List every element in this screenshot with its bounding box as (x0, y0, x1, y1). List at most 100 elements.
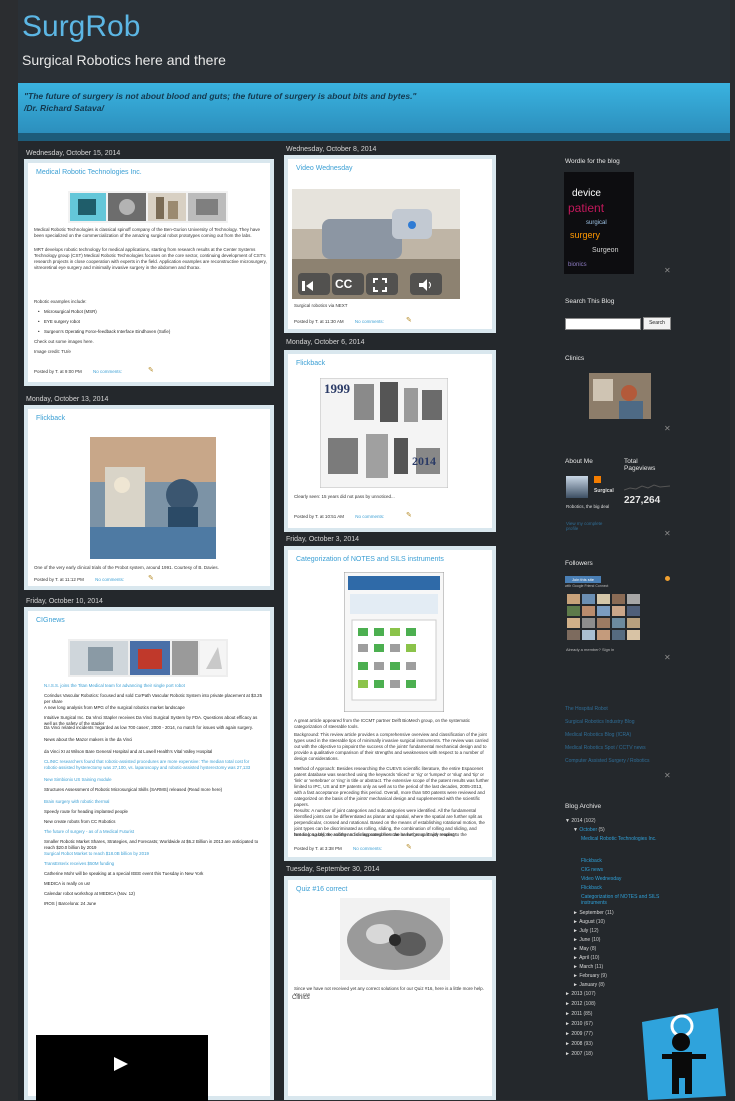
archive-label[interactable]: 2009 (571, 1031, 582, 1037)
post-title[interactable]: Flickback (296, 360, 325, 367)
avatar[interactable] (566, 476, 588, 498)
archive-row[interactable]: ► February (9) (573, 973, 675, 979)
news-list-item[interactable]: Brain surgery with robotic thermal (44, 799, 264, 809)
archive-label[interactable]: 2014 (571, 818, 582, 824)
news-list-item[interactable]: TransEnterix receives $50M funding (44, 861, 264, 871)
clinics-image[interactable] (589, 373, 651, 419)
follower-avatar[interactable] (612, 630, 625, 640)
follower-avatar[interactable] (567, 606, 580, 616)
archive-row[interactable]: ► April (10) (573, 955, 675, 961)
follower-avatar[interactable] (567, 594, 580, 604)
sidebar-link[interactable]: Medical Robotics Spot / CCTV news (565, 745, 646, 751)
follower-avatar[interactable] (597, 594, 610, 604)
skip-back-icon[interactable] (300, 279, 314, 291)
sidebar-link[interactable]: Computer Assisted Surgery / Robotics (565, 758, 649, 764)
archive-label[interactable]: July (579, 928, 588, 934)
archive-label[interactable]: March (579, 964, 593, 970)
sidebar-link[interactable]: Surgical Robotics Industry Blog (565, 719, 634, 725)
archive-label[interactable]: May (579, 946, 588, 952)
archive-post-link[interactable]: Categorization of NOTES and SILS instrum… (581, 894, 675, 906)
follower-avatar[interactable] (597, 618, 610, 628)
archive-post-link[interactable]: Video Wednesday (581, 876, 675, 882)
archive-post-link[interactable]: CIG news (581, 867, 675, 873)
archive-label[interactable]: 2013 (571, 991, 582, 997)
sidebar-link[interactable]: Medical Robotics Blog (ICRA) (565, 732, 631, 738)
post-title[interactable]: CIGnews (36, 617, 65, 624)
archive-row[interactable]: ► March (11) (573, 964, 675, 970)
sidebar-link[interactable]: The Hospital Robot (565, 706, 608, 712)
archive-label[interactable]: Categorization of NOTES and SILS instrum… (581, 894, 659, 906)
member-signin-link[interactable]: Already a member? Sign in (566, 647, 614, 652)
archive-row[interactable]: ► June (10) (573, 937, 675, 943)
archive-label[interactable]: 2011 (571, 1011, 582, 1017)
play-icon[interactable] (108, 1053, 132, 1075)
archive-row[interactable]: ► January (8) (573, 982, 675, 988)
edit-pencil-icon[interactable]: ✎ (406, 316, 412, 324)
post-title[interactable]: Categorization of NOTES and SILS instrum… (296, 556, 444, 563)
follower-avatar[interactable] (612, 606, 625, 616)
news-list-item[interactable]: Surgical Robot Market to reach $18.0B bi… (44, 851, 264, 861)
posted-by[interactable]: Posted by T. at 10:51 AM (294, 514, 344, 519)
embedded-video-player[interactable] (36, 1035, 208, 1101)
comments-link[interactable]: No comments: (93, 369, 122, 374)
fullscreen-icon[interactable] (373, 278, 387, 292)
blog-title[interactable]: SurgRob (22, 10, 140, 44)
follower-avatar[interactable] (627, 618, 640, 628)
follower-avatar[interactable] (612, 618, 625, 628)
archive-label[interactable]: August (579, 919, 595, 925)
follower-avatar[interactable] (582, 618, 595, 628)
edit-pencil-icon[interactable]: ✎ (148, 574, 154, 582)
follower-avatar[interactable] (597, 606, 610, 616)
post-title[interactable]: Quiz #16 correct (296, 886, 347, 893)
follower-avatar[interactable] (612, 594, 625, 604)
archive-post-link[interactable]: Flickback (581, 885, 675, 891)
posted-by[interactable]: Posted by T. at 3:38 PM (294, 846, 342, 851)
archive-label[interactable]: Medical Robotic Technologies Inc. (581, 836, 657, 842)
posted-by[interactable]: Posted by T. at 11:30 AM (294, 319, 344, 324)
archive-post-link[interactable]: Medical Robotic Technologies Inc. (581, 836, 675, 842)
search-button[interactable]: Search (643, 317, 671, 330)
archive-row[interactable]: ► July (12) (573, 928, 675, 934)
archive-label[interactable]: 2008 (571, 1041, 582, 1047)
archive-label[interactable]: Flickback (581, 858, 602, 864)
post-title[interactable]: Video Wednesday (296, 165, 353, 172)
follower-avatar[interactable] (627, 630, 640, 640)
follower-avatar[interactable] (597, 630, 610, 640)
comments-link[interactable]: No comments: (355, 319, 384, 324)
edit-widget-icon[interactable]: ✕ (664, 653, 671, 662)
blogger-icon[interactable] (594, 476, 601, 483)
archive-label[interactable]: April (579, 955, 589, 961)
news-list-item[interactable]: The future of surgery - as of a Medical … (44, 829, 264, 839)
news-list-item[interactable]: New Simbionix US training module (44, 777, 264, 787)
closed-captions-button[interactable]: CC (335, 277, 352, 291)
archive-label[interactable]: June (579, 937, 590, 943)
profile-name[interactable]: Surgical (594, 488, 614, 494)
view-profile-link[interactable]: View my complete profile (566, 521, 612, 531)
volume-icon[interactable] (418, 278, 432, 292)
comments-link[interactable]: No comments: (95, 577, 124, 582)
comments-link[interactable]: No comments: (355, 514, 384, 519)
archive-row[interactable]: ► September (11) (573, 910, 675, 916)
follower-avatar[interactable] (582, 594, 595, 604)
follower-avatar[interactable] (627, 594, 640, 604)
archive-post-link[interactable]: Flickback (581, 858, 675, 864)
wordle-image[interactable]: device patient surgical surgery Surgeon … (564, 172, 634, 274)
edit-widget-icon[interactable]: ✕ (664, 266, 671, 275)
archive-label[interactable]: 2007 (571, 1051, 582, 1057)
posted-by[interactable]: Posted by T. at 11:12 PM (34, 577, 84, 582)
follower-avatar[interactable] (582, 606, 595, 616)
follower-avatar[interactable] (567, 618, 580, 628)
archive-row[interactable]: ► May (8) (573, 946, 675, 952)
edit-pencil-icon[interactable]: ✎ (406, 843, 412, 851)
archive-row[interactable]: ► 2013 (107) (565, 991, 675, 997)
archive-label[interactable]: October (579, 827, 597, 833)
archive-label[interactable]: September (579, 910, 603, 916)
archive-label[interactable]: 2010 (571, 1021, 582, 1027)
edit-pencil-icon[interactable]: ✎ (148, 366, 154, 374)
archive-label[interactable]: January (579, 982, 597, 988)
follower-avatar[interactable] (582, 630, 595, 640)
post-title[interactable]: Flickback (36, 415, 65, 422)
join-site-button[interactable]: Join this site (565, 576, 601, 583)
archive-label[interactable]: 2012 (571, 1001, 582, 1007)
archive-label[interactable]: Flickback (581, 885, 602, 891)
